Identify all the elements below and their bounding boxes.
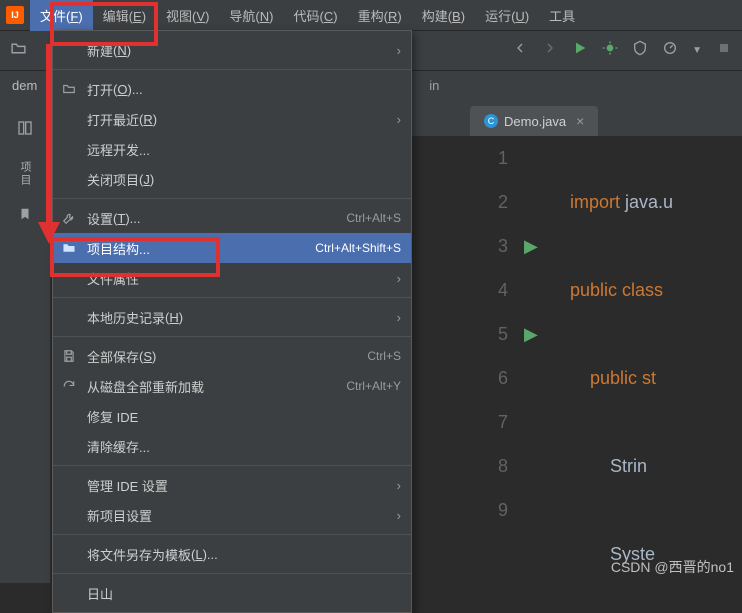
line-number: 9 [480, 488, 508, 532]
menu-item-file-properties[interactable]: 文件属性› [53, 263, 411, 293]
submenu-arrow-icon: › [397, 43, 401, 58]
close-tab-icon[interactable]: × [576, 113, 584, 129]
menu-item-remote[interactable]: 远程开发... [53, 134, 411, 164]
menu-edit[interactable]: 编辑(E) [93, 0, 156, 31]
watermark: CSDN @西晋的no1 [611, 557, 734, 577]
menu-item-new[interactable]: 新建(N)› [53, 35, 411, 65]
dropdown-chevron-icon[interactable]: ▼ [692, 45, 702, 56]
menu-view[interactable]: 视图(V) [156, 0, 219, 31]
line-number-gutter: 1 2 3 4 5 6 7 8 9 [480, 136, 520, 532]
menu-item-open[interactable]: 打开(O)... [53, 74, 411, 104]
menu-item-local-history[interactable]: 本地历史记录(H)› [53, 302, 411, 332]
menu-build[interactable]: 构建(B) [412, 0, 475, 31]
menu-navigate[interactable]: 导航(N) [219, 0, 283, 31]
shortcut-label: Ctrl+Alt+Shift+S [315, 241, 401, 255]
menu-item-manage-ide-settings[interactable]: 管理 IDE 设置› [53, 470, 411, 500]
submenu-arrow-icon: › [397, 112, 401, 127]
line-number: 6 [480, 356, 508, 400]
line-number: 8 [480, 444, 508, 488]
menu-refactor[interactable]: 重构(R) [348, 0, 412, 31]
submenu-arrow-icon: › [397, 271, 401, 286]
shortcut-label: Ctrl+Alt+S [346, 211, 401, 225]
editor-tab-label: Demo.java [504, 114, 566, 129]
menu-item-close-project[interactable]: 关闭项目(J) [53, 164, 411, 194]
menu-file[interactable]: 文件(F) [30, 0, 93, 31]
project-structure-icon [61, 240, 77, 256]
menu-item-project-structure[interactable]: 项目结构...Ctrl+Alt+Shift+S [53, 233, 411, 263]
shortcut-label: Ctrl+S [367, 349, 401, 363]
separator [53, 465, 411, 466]
menu-item-new-project-settings[interactable]: 新项目设置› [53, 500, 411, 530]
gutter-icons: ▶ ▶ [524, 136, 544, 356]
menu-item-repair-ide[interactable]: 修复 IDE [53, 401, 411, 431]
menu-item-reload-disk[interactable]: 从磁盘全部重新加载Ctrl+Alt+Y [53, 371, 411, 401]
open-folder-icon[interactable] [10, 40, 27, 62]
code-area[interactable]: 1 2 3 4 5 6 7 8 9 ▶ ▶ import java.u publ… [480, 136, 742, 583]
project-toolwindow-icon[interactable] [17, 120, 33, 141]
run-icon[interactable] [572, 40, 588, 61]
folder-open-icon [61, 81, 77, 97]
submenu-arrow-icon: › [397, 508, 401, 523]
debug-icon[interactable] [602, 40, 618, 61]
stop-icon[interactable] [716, 40, 732, 61]
project-toolwindow-stripe[interactable]: 项目 [0, 100, 50, 583]
wrench-icon [61, 210, 77, 226]
menu-tools[interactable]: 工具 [539, 0, 585, 31]
line-number: 1 [480, 136, 508, 180]
menu-code[interactable]: 代码(C) [284, 0, 348, 31]
separator [53, 534, 411, 535]
menu-item-settings[interactable]: 设置(T)...Ctrl+Alt+S [53, 203, 411, 233]
reload-icon [61, 378, 77, 394]
coverage-icon[interactable] [632, 40, 648, 61]
editor-tab-demo[interactable]: C Demo.java × [470, 106, 598, 136]
menu-run[interactable]: 运行(U) [475, 0, 539, 31]
run-gutter-icon[interactable]: ▶ [524, 224, 544, 268]
profile-icon[interactable] [662, 40, 678, 61]
bookmark-icon[interactable] [18, 207, 32, 226]
java-class-icon: C [484, 114, 498, 128]
menu-item-save-all[interactable]: 全部保存(S)Ctrl+S [53, 341, 411, 371]
separator [53, 336, 411, 337]
project-toolwindow-label[interactable]: 项目 [17, 161, 33, 187]
separator [53, 297, 411, 298]
menubar: IJ 文件(F) 编辑(E) 视图(V) 导航(N) 代码(C) 重构(R) 构… [0, 0, 742, 30]
back-icon[interactable] [512, 40, 528, 61]
code-text[interactable]: import java.u public class public st Str… [570, 136, 673, 576]
submenu-arrow-icon: › [397, 478, 401, 493]
menu-item-save-as-template[interactable]: 将文件另存为模板(L)... [53, 539, 411, 569]
forward-icon[interactable] [542, 40, 558, 61]
separator [53, 198, 411, 199]
shortcut-label: Ctrl+Alt+Y [346, 379, 401, 393]
ide-logo-icon: IJ [6, 6, 24, 24]
project-tab[interactable]: dem [0, 78, 49, 93]
breadcrumb-tail: in [429, 78, 439, 93]
line-number: 5 [480, 312, 508, 356]
run-gutter-icon[interactable]: ▶ [524, 312, 544, 356]
line-number: 4 [480, 268, 508, 312]
line-number: 2 [480, 180, 508, 224]
separator [53, 69, 411, 70]
submenu-arrow-icon: › [397, 310, 401, 325]
line-number: 3 [480, 224, 508, 268]
separator [53, 573, 411, 574]
menu-item-recent[interactable]: 打开最近(R)› [53, 104, 411, 134]
file-dropdown: 新建(N)› 打开(O)... 打开最近(R)› 远程开发... 关闭项目(J)… [52, 30, 412, 613]
line-number: 7 [480, 400, 508, 444]
menu-item-invalidate-caches[interactable]: 清除缓存... [53, 431, 411, 461]
save-icon [61, 348, 77, 364]
